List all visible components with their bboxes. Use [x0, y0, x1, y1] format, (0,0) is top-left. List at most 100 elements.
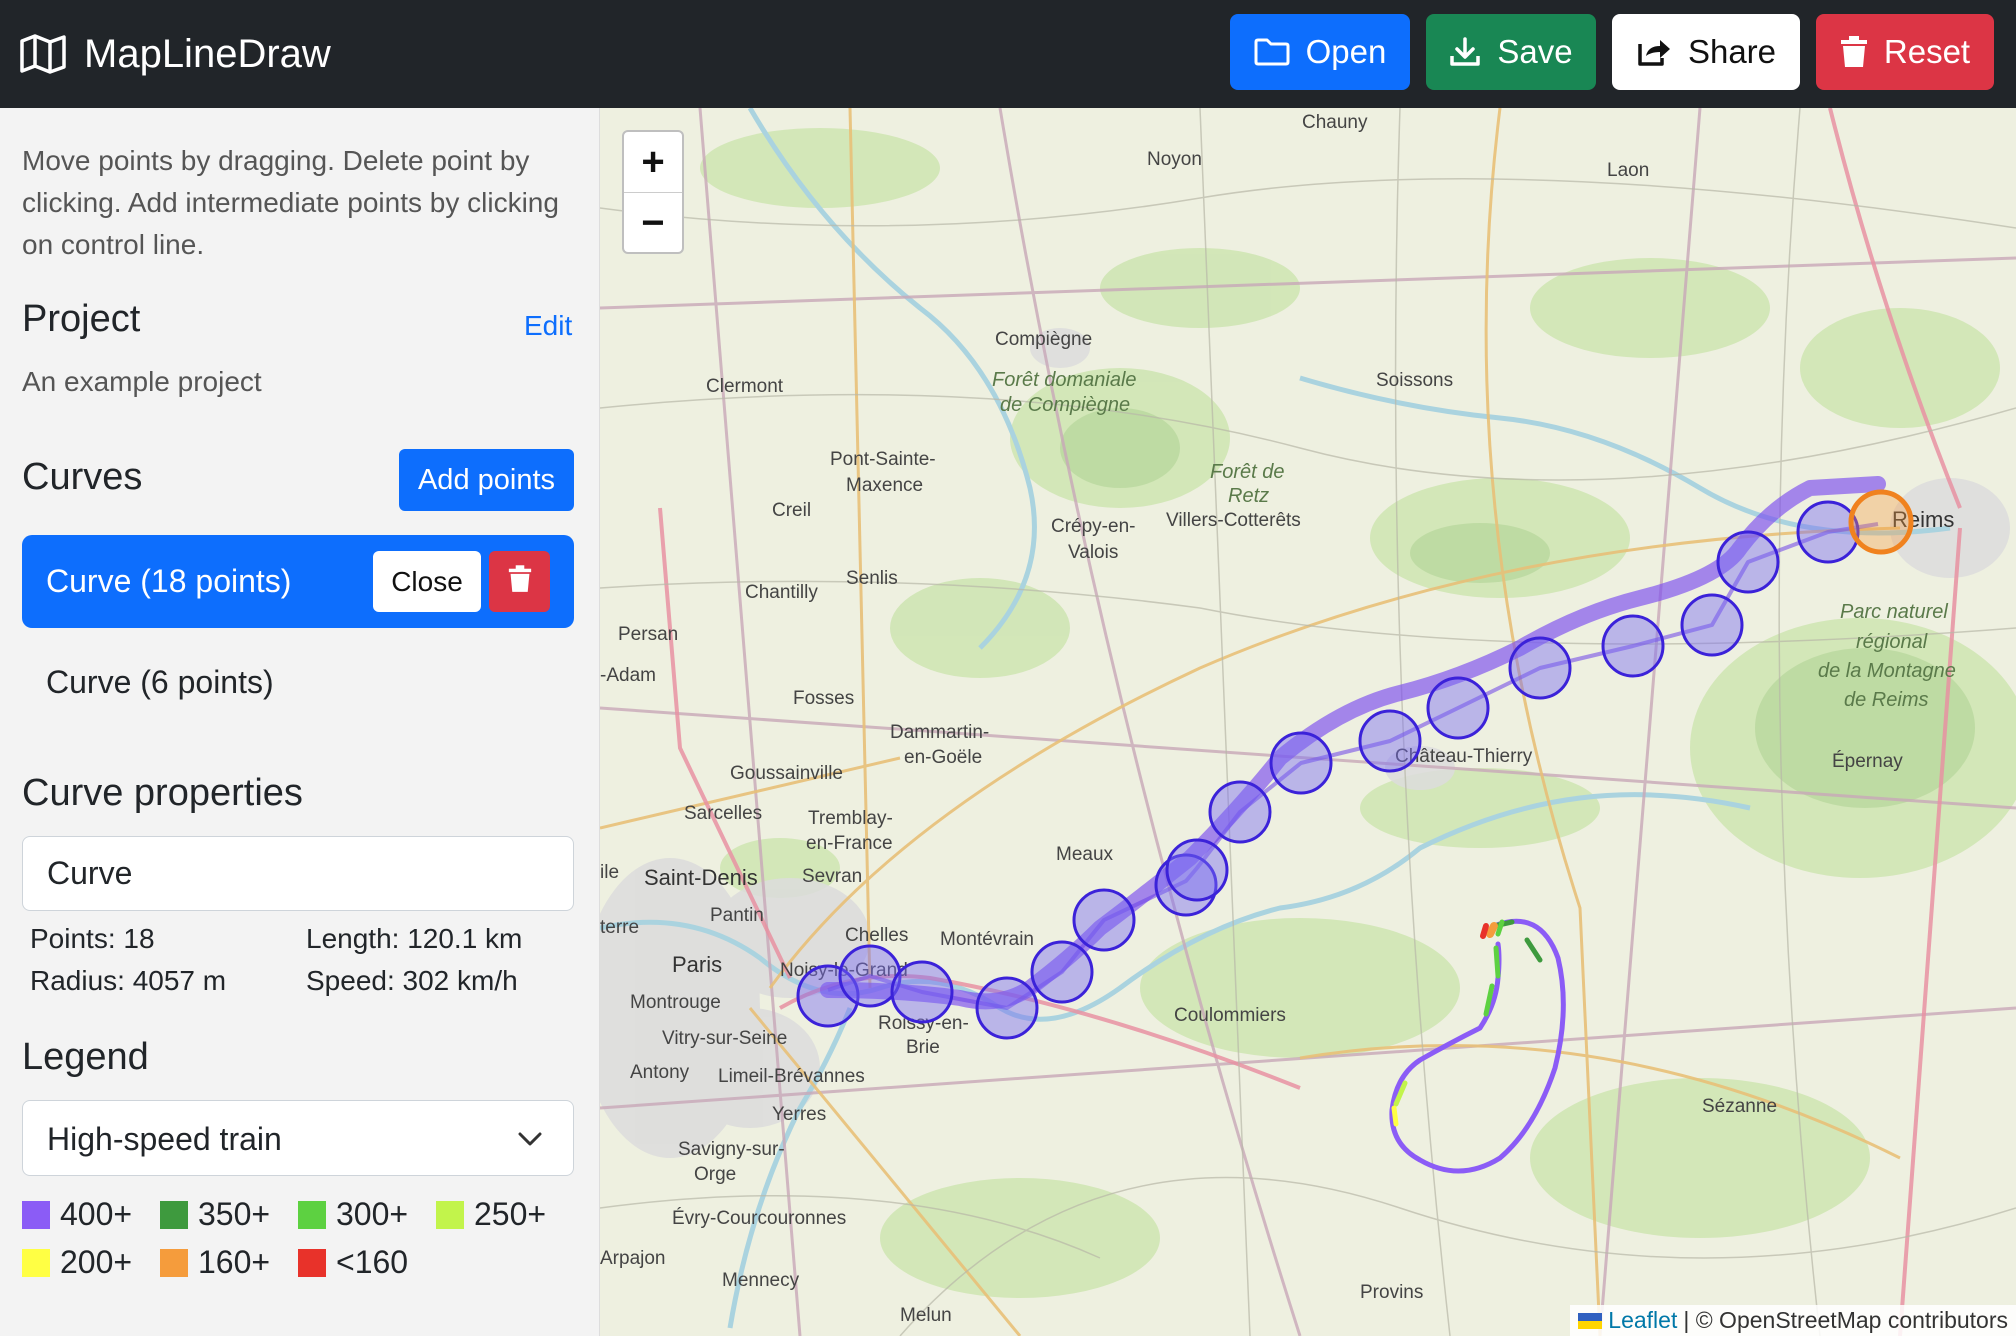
zoom-in-button[interactable]: +: [624, 132, 682, 193]
map-label: en-Goële: [904, 747, 982, 768]
map-label: Chantilly: [745, 582, 818, 603]
map-label: Senlis: [846, 568, 898, 589]
add-points-button[interactable]: Add points: [399, 449, 574, 511]
map-label: Orge: [694, 1164, 736, 1185]
zoom-out-button[interactable]: −: [624, 193, 682, 253]
delete-curve-button[interactable]: [489, 551, 550, 612]
map-label: Paris: [672, 952, 722, 977]
map-label: Persan: [618, 624, 678, 645]
map-label: Vitry-sur-Seine: [662, 1028, 787, 1049]
save-label: Save: [1497, 33, 1573, 70]
map-label: de Compiègne: [1000, 394, 1130, 416]
map-label: Saint-Denis: [644, 865, 758, 890]
map-label: Pantin: [710, 905, 764, 926]
trash-icon: [508, 565, 532, 598]
app-brand[interactable]: MapLineDraw: [20, 0, 331, 108]
map-label: Goussainville: [730, 763, 843, 784]
legend-label: 300+: [336, 1196, 409, 1232]
sidebar: Move points by dragging. Delete point by…: [0, 108, 600, 1336]
map-label: Crépy-en-: [1051, 516, 1135, 537]
legend-select[interactable]: High-speed train: [22, 1100, 574, 1176]
help-text: Move points by dragging. Delete point by…: [22, 145, 559, 260]
curve-name-input[interactable]: [22, 836, 574, 911]
legend-heading: Legend: [22, 1036, 149, 1078]
legend-swatch: [298, 1248, 326, 1277]
reset-button[interactable]: Reset: [1816, 14, 1994, 90]
map-label: en-France: [806, 833, 893, 854]
legend-label: 350+: [198, 1196, 271, 1232]
map-label: Limeil-Brévannes: [718, 1066, 865, 1087]
legend-item: 250+: [436, 1196, 546, 1233]
legend-label: <160: [336, 1244, 409, 1280]
curve-radius: Radius: 4057 m: [30, 965, 227, 996]
legend-item: 350+: [160, 1196, 270, 1233]
map-label: Sézanne: [1702, 1096, 1777, 1117]
map-label: Chauny: [1302, 112, 1368, 133]
map-label: Mennecy: [722, 1270, 800, 1291]
map-label: Pont-Sainte-: [830, 449, 936, 470]
chevron-down-icon: [517, 1126, 543, 1157]
reset-label: Reset: [1883, 33, 1971, 70]
legend-swatch: [160, 1248, 188, 1277]
map-label: Compiègne: [995, 329, 1092, 350]
map-label: Sarcelles: [684, 803, 762, 824]
download-icon: [1449, 36, 1481, 68]
map-label: Provins: [1360, 1282, 1423, 1303]
curve-speed: Speed: 302 km/h: [306, 965, 518, 996]
map-label: Soissons: [1376, 370, 1453, 391]
legend-swatch: [160, 1200, 188, 1229]
map-label: Coulommiers: [1174, 1005, 1286, 1026]
legend-item: <160: [298, 1244, 408, 1281]
legend-label: 160+: [198, 1244, 271, 1280]
map-label: Creil: [772, 500, 811, 521]
points-count: Points: 18: [30, 923, 155, 954]
legend-item: 200+: [22, 1244, 132, 1281]
map-label: Antony: [630, 1062, 690, 1083]
save-button[interactable]: Save: [1426, 14, 1596, 90]
map-label: Maxence: [846, 475, 923, 496]
share-button[interactable]: Share: [1612, 14, 1800, 90]
app-title: MapLineDraw: [84, 31, 331, 76]
map-canvas[interactable]: Chauny Noyon Laon Compiègne Forêt domani…: [600, 108, 2016, 1336]
curve-item[interactable]: Curve (6 points): [46, 664, 274, 701]
legend-item: 300+: [298, 1196, 408, 1233]
legend-item: 400+: [22, 1196, 132, 1233]
zoom-control: + −: [622, 130, 684, 254]
map-label: Valois: [1068, 542, 1118, 563]
folder-icon: [1254, 37, 1290, 67]
map-attribution: Leaflet | © OpenStreetMap contributors: [1570, 1305, 2016, 1336]
flag-icon: [1578, 1312, 1603, 1329]
legend-label: 200+: [60, 1244, 133, 1280]
open-label: Open: [1305, 33, 1387, 70]
map-label: terre: [600, 917, 639, 938]
map-tiles: Chauny Noyon Laon Compiègne Forêt domani…: [600, 108, 2016, 1336]
top-navbar: MapLineDraw Open Save Share Reset: [0, 0, 2016, 108]
map-label: Forêt de: [1210, 461, 1284, 483]
close-curve-button[interactable]: Close: [373, 551, 481, 612]
edit-project-link[interactable]: Edit: [524, 310, 572, 342]
map-label: Dammartin-: [890, 722, 989, 743]
map-label: Évry-Courcouronnes: [672, 1208, 846, 1229]
map-label: Villers-Cotterêts: [1166, 510, 1301, 531]
legend-label: 250+: [474, 1196, 547, 1232]
map-label: -Adam: [600, 665, 656, 686]
map-label: Forêt domaniale: [992, 369, 1137, 391]
end-point-marker[interactable]: [1848, 489, 1914, 555]
map-label: régional: [1856, 631, 1928, 653]
curve-item-active[interactable]: Curve (18 points) Close: [22, 535, 574, 628]
legend-swatch: [22, 1200, 50, 1229]
share-icon: [1636, 36, 1672, 68]
legend-swatch: [298, 1200, 326, 1229]
map-label: Clermont: [706, 376, 784, 397]
open-button[interactable]: Open: [1230, 14, 1410, 90]
map-label: Tremblay-: [808, 808, 893, 829]
curve-properties-heading: Curve properties: [22, 772, 303, 814]
legend-label: 400+: [60, 1196, 133, 1232]
share-label: Share: [1687, 33, 1777, 70]
legend-swatch: [22, 1248, 50, 1277]
map-label: Fosses: [793, 688, 854, 709]
legend-item: 160+: [160, 1244, 270, 1281]
map-label: Retz: [1228, 485, 1269, 507]
map-label: Montévrain: [940, 929, 1034, 950]
leaflet-link[interactable]: Leaflet: [1608, 1307, 1677, 1334]
